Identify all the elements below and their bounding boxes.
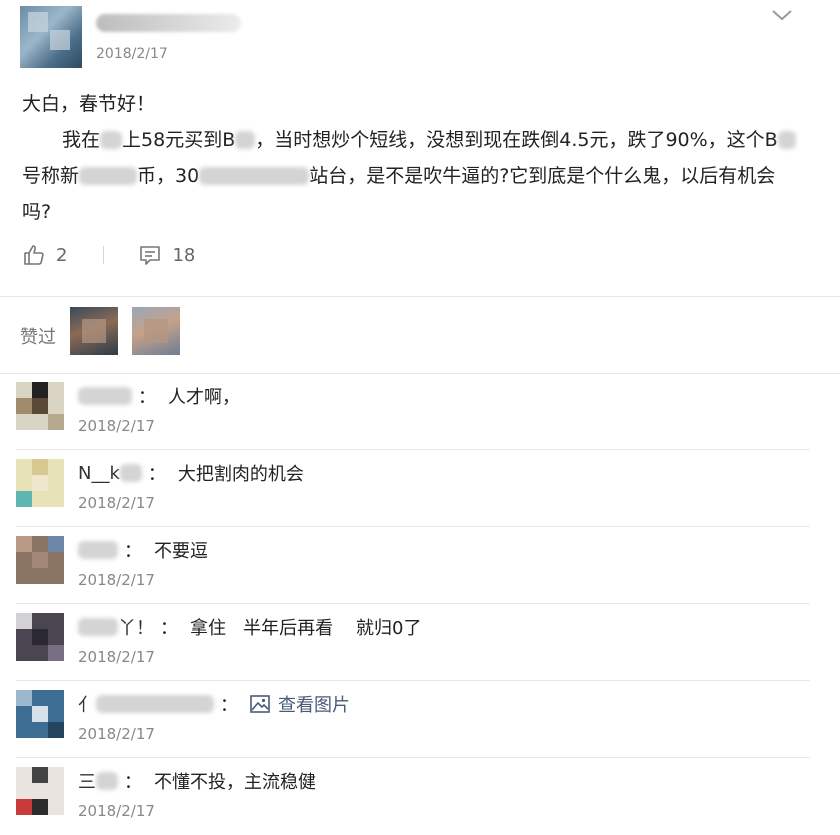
comment-count: 18 <box>172 244 196 266</box>
body-part: 币，30 <box>137 165 200 187</box>
post-actions: 2 18 <box>22 240 195 270</box>
comment-colon: ： <box>147 464 166 485</box>
like-count: 2 <box>56 244 68 266</box>
post-date: 2018/2/17 <box>96 46 168 62</box>
avatar[interactable] <box>16 613 64 661</box>
comment-line: N__k ： 大把割肉的机会 <box>78 459 304 487</box>
comment-list: ： 人才啊， 2018/2/17 N__k ： 大把割肉的机会 2018/2/1… <box>0 374 840 829</box>
comment-colon: ： <box>124 541 142 562</box>
comment-line: ： 人才啊， <box>78 382 240 410</box>
author-name-blurred[interactable] <box>96 14 241 32</box>
commenter-name-blur[interactable] <box>78 541 118 559</box>
comment-text: 不懂不投，主流稳健 <box>154 772 316 793</box>
comment-item: ： 人才啊， 2018/2/17 <box>0 374 810 450</box>
comment-text: 拿住 半年后再看 就归0了 <box>190 618 422 639</box>
comment-date: 2018/2/17 <box>78 725 155 743</box>
redacted-blur <box>199 167 310 185</box>
comment-text: 大把割肉的机会 <box>177 464 304 485</box>
post-body: 我在 上58元买到B ，当时想炒个短线，没想到现在跌倒4.5元，跌了90%，这个B <box>22 122 822 158</box>
body-part: 我在 <box>62 129 101 151</box>
comment-icon <box>140 246 161 265</box>
image-icon <box>250 695 270 713</box>
comment-item: 三 ： 不懂不投，主流稳健 2018/2/17 <box>0 759 810 835</box>
comment-line: 亻 ： 查看图片 <box>78 690 350 718</box>
avatar[interactable] <box>16 536 64 584</box>
comment-item: ： 不要逗 2018/2/17 <box>0 528 810 604</box>
commenter-name-blur[interactable] <box>78 387 132 405</box>
commenter-name[interactable]: 三 <box>78 768 96 794</box>
comment-date: 2018/2/17 <box>78 494 155 512</box>
commenter-name[interactable]: N__k <box>78 463 120 484</box>
comment-date: 2018/2/17 <box>78 417 155 435</box>
comment-colon: ： <box>160 618 178 639</box>
post-body-end: 吗? <box>22 201 52 223</box>
view-image-link[interactable]: 查看图片 <box>250 691 350 717</box>
comment-line: 三 ： 不懂不投，主流稳健 <box>78 767 316 795</box>
avatar[interactable] <box>16 459 64 507</box>
comment-line: 丫！ ： 拿住 半年后再看 就归0了 <box>78 613 422 641</box>
comment-button[interactable]: 18 <box>138 243 195 267</box>
commenter-name-blur <box>78 618 118 636</box>
liker-avatar[interactable] <box>70 307 118 355</box>
body-part: 上58元买到B <box>122 129 236 151</box>
comment-item: 亻 ： 查看图片 2018/2/17 <box>0 682 810 758</box>
commenter-name-blur <box>96 772 118 790</box>
post-greeting: 大白，春节好！ <box>22 93 156 115</box>
avatar[interactable] <box>20 6 82 68</box>
body-part: ，当时想炒个短线，没想到现在跌倒4.5元，跌了90%，这个B <box>255 129 778 151</box>
commenter-name[interactable]: 亻 <box>78 691 96 717</box>
thumbs-up-icon <box>24 245 44 265</box>
post-text: 大白，春节好！ 我在 上58元买到B ，当时想炒个短线，没想到现在跌倒4.5元，跌了… <box>22 86 822 230</box>
redacted-blur <box>235 131 256 149</box>
likes-bar: 赞过 <box>0 297 840 374</box>
comment-colon: ： <box>124 772 142 793</box>
comment-text: 人才啊， <box>168 387 240 408</box>
chevron-down-icon[interactable] <box>770 6 794 24</box>
comment-colon: ： <box>220 695 238 716</box>
comment-colon: ： <box>138 387 156 408</box>
commenter-name-blur <box>119 464 142 482</box>
comment-date: 2018/2/17 <box>78 802 155 820</box>
comment-date: 2018/2/17 <box>78 648 155 666</box>
like-button[interactable]: 2 <box>22 243 67 267</box>
post-body-cont: 号称新 币，30 站台，是不是吹牛逼的?它到底是个什么鬼，以后有机会 <box>22 158 822 194</box>
likes-label: 赞过 <box>20 327 56 348</box>
commenter-name-blur <box>96 695 214 713</box>
comment-line: ： 不要逗 <box>78 536 208 564</box>
comment-item: N__k ： 大把割肉的机会 2018/2/17 <box>0 451 810 527</box>
view-image-label: 查看图片 <box>278 695 350 716</box>
redacted-blur <box>777 131 796 149</box>
avatar[interactable] <box>16 690 64 738</box>
avatar[interactable] <box>16 767 64 815</box>
post: 2018/2/17 大白，春节好！ 我在 上58元买到B ，当时想炒个短线，没想到现… <box>0 0 840 297</box>
comment-text: 不要逗 <box>154 541 208 562</box>
comment-item: 丫！ ： 拿住 半年后再看 就归0了 2018/2/17 <box>0 605 810 681</box>
action-divider <box>103 246 105 264</box>
body-part: 站台，是不是吹牛逼的?它到底是个什么鬼，以后有机会 <box>309 165 776 187</box>
redacted-blur <box>79 167 138 185</box>
redacted-blur <box>100 131 123 149</box>
commenter-name[interactable]: 丫！ <box>118 614 154 640</box>
liker-avatar[interactable] <box>132 307 180 355</box>
avatar[interactable] <box>16 382 64 430</box>
comment-date: 2018/2/17 <box>78 571 155 589</box>
body-part: 号称新 <box>22 165 80 187</box>
